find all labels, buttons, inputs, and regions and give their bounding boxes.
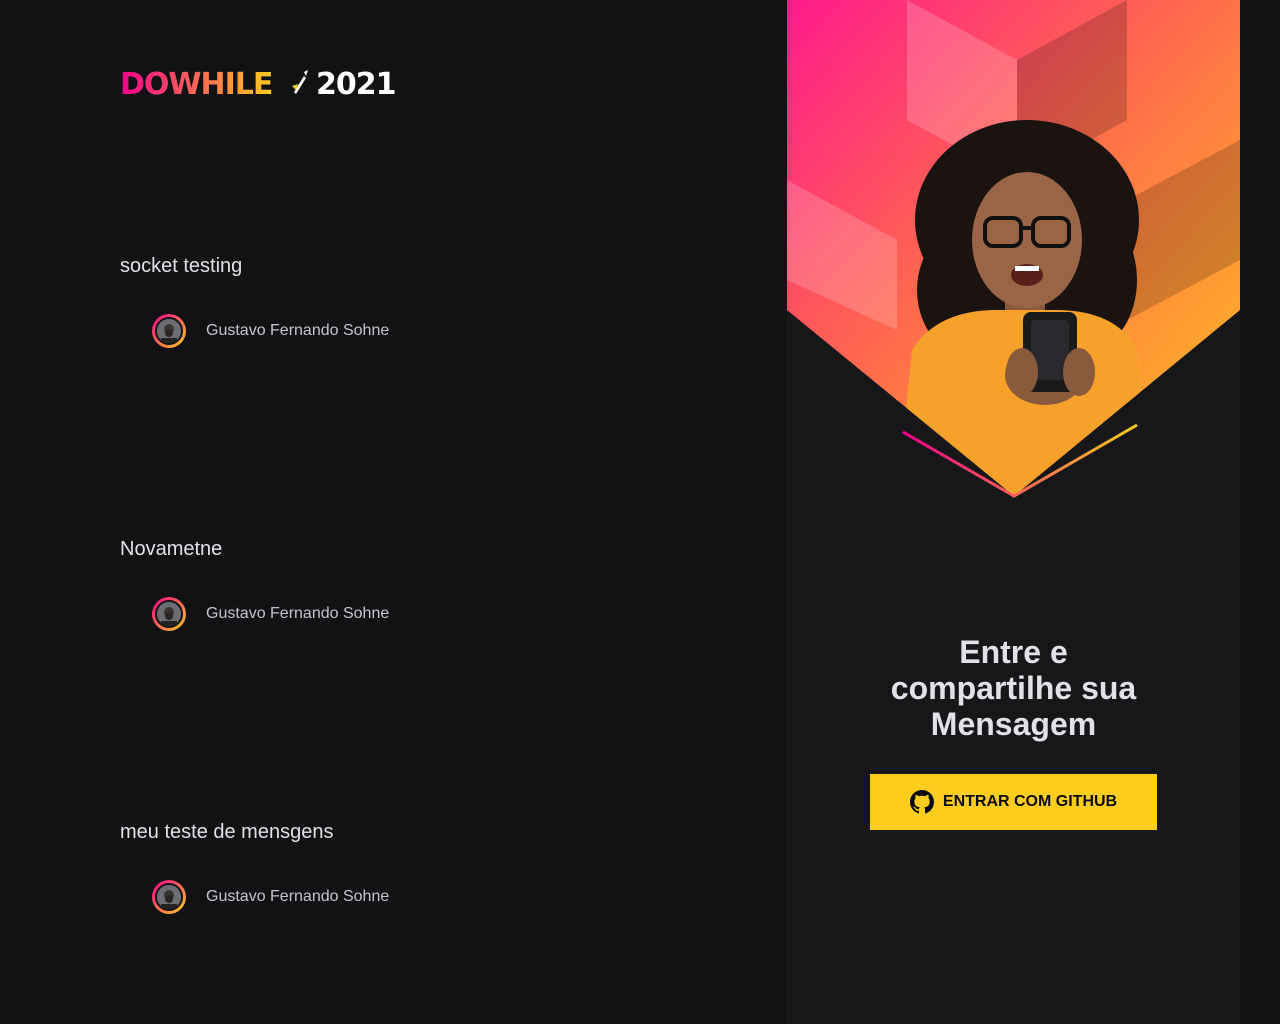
login-title: Entre e compartilhe sua Mensagem	[787, 634, 1240, 742]
avatar-photo	[155, 317, 183, 345]
message-content: socket testing	[120, 255, 243, 277]
logo-year-text: 2021	[316, 67, 396, 98]
login-title-line: Mensagem	[930, 706, 1097, 742]
banner-illustration	[787, 0, 1240, 498]
right-gutter	[1240, 0, 1280, 1024]
avatar-photo	[155, 883, 183, 911]
logo-brand-text: DOWHILE	[120, 67, 272, 98]
avatar	[152, 880, 186, 914]
user-name: Gustavo Fernando Sohne	[206, 322, 390, 339]
message-content: Novametne	[120, 538, 223, 560]
user-portrait-icon	[157, 602, 181, 626]
user-name: Gustavo Fernando Sohne	[206, 605, 390, 622]
message-content: meu teste de mensgens	[120, 821, 334, 843]
avatar-photo	[155, 600, 183, 628]
github-login-button[interactable]: ENTRAR COM GITHUB	[870, 774, 1157, 830]
rocket-icon	[292, 70, 308, 94]
dowhile-logo: DOWHILE 2021	[120, 67, 397, 98]
message-user: Gustavo Fernando Sohne	[152, 314, 389, 348]
message-item: socket testing Gustavo Fernando Sohne	[120, 253, 720, 348]
user-name: Gustavo Fernando Sohne	[206, 888, 390, 905]
message-user: Gustavo Fernando Sohne	[152, 880, 389, 914]
login-title-line: compartilhe sua	[890, 670, 1137, 706]
message-user: Gustavo Fernando Sohne	[152, 597, 389, 631]
person-illustration	[897, 120, 1147, 496]
app-root: DOWHILE 2021 socket testing Gustavo Fern…	[0, 0, 1280, 1024]
avatar	[152, 314, 186, 348]
github-button-label: ENTRAR COM GITHUB	[942, 793, 1118, 810]
message-list-wrapper: DOWHILE 2021 socket testing Gustavo Fern…	[0, 0, 787, 1024]
login-box: Entre e compartilhe sua Mensagem ENTRAR …	[787, 0, 1240, 1024]
login-title-line: Entre e	[959, 634, 1068, 670]
message-item: meu teste de mensgens Gustavo Fernando S…	[120, 819, 720, 914]
user-portrait-icon	[157, 885, 181, 909]
github-icon	[909, 790, 934, 814]
user-portrait-icon	[157, 319, 181, 343]
message-item: Novametne Gustavo Fernando Sohne	[120, 536, 720, 631]
avatar	[152, 597, 186, 631]
